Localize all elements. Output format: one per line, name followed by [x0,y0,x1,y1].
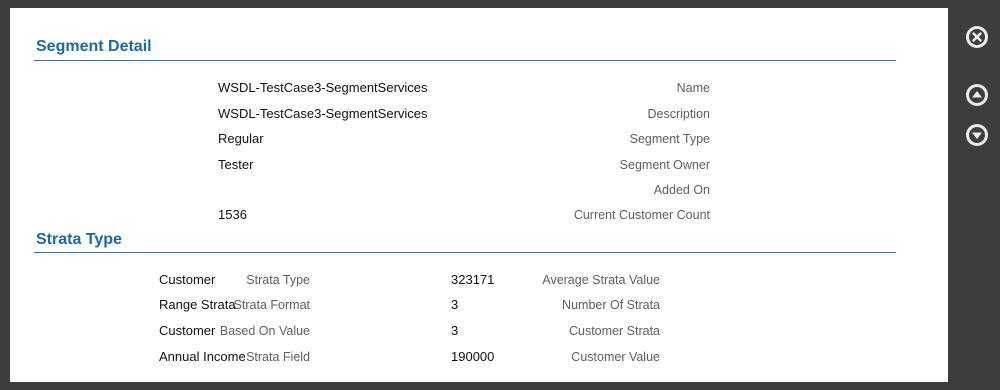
strata-type-title: Strata Type [36,231,122,248]
field-value: 3 [451,297,459,312]
field-value: 3 [451,323,459,338]
segment-detail-panel: Segment Detail Name WSDL-TestCase3-Segme… [10,8,948,382]
arrow-down-circle-icon [966,124,988,146]
field-row-segment-owner: Segment Owner Tester [10,156,710,174]
field-value: Annual Income [159,349,246,364]
field-row-added-on: Added On [10,181,710,199]
strata-field-row: Average Strata Value 323171 [260,271,660,289]
field-label: Segment Owner [619,158,710,172]
scroll-up-button[interactable] [966,84,988,106]
field-value: WSDL-TestCase3-SegmentServices [218,106,428,121]
field-value: WSDL-TestCase3-SegmentServices [218,80,428,95]
close-circle-icon [966,26,988,48]
strata-type-divider [34,252,896,253]
field-label: Name [676,81,710,95]
scroll-down-button[interactable] [966,124,988,146]
field-value: 190000 [451,349,495,364]
field-value: Customer [159,323,216,338]
field-label: Customer Value [571,350,660,364]
close-button[interactable] [966,26,988,48]
strata-field-row: Number Of Strata 3 [260,296,660,314]
field-label: Customer Strata [568,324,660,338]
field-row-segment-type: Segment Type Regular [10,130,710,148]
strata-field-row: Customer Value 190000 [260,348,660,366]
field-label: Average Strata Value [542,273,660,287]
field-value: 323171 [451,272,495,287]
field-value: Regular [218,131,264,146]
field-label: Segment Type [629,132,710,146]
field-label: Description [647,107,710,121]
field-label: Current Customer Count [573,208,710,222]
field-row-name: Name WSDL-TestCase3-SegmentServices [10,79,710,97]
field-value: Range Strata [159,297,236,312]
segment-detail-title: Segment Detail [36,38,152,55]
field-row-description: Description WSDL-TestCase3-SegmentServic… [10,105,710,123]
field-value: Customer [159,272,216,287]
field-value: 1536 [218,207,247,222]
arrow-up-circle-icon [966,84,988,106]
field-row-customer-count: Current Customer Count 1536 [10,206,710,224]
field-label: Number Of Strata [562,298,660,312]
strata-field-row: Customer Strata 3 [260,322,660,340]
field-label: Added On [653,183,710,197]
segment-detail-divider [34,60,896,61]
field-value: Tester [218,157,254,172]
